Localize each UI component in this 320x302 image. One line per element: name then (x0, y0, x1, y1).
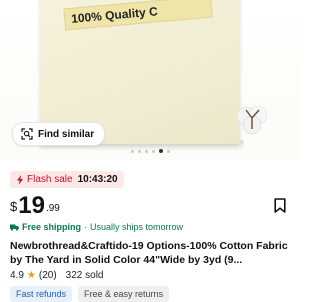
flash-sale-badge: Flash sale 10:43:20 (10, 171, 124, 188)
star-icon: ★ (26, 270, 36, 281)
shipping-separator: · (84, 222, 88, 232)
product-title[interactable]: Newbrothread&Craftido-19 Options-100% Co… (10, 239, 292, 267)
price: $ 19 .99 (10, 193, 60, 219)
flash-sale-timer: 10:43:20 (77, 174, 118, 185)
price-whole: 19 (18, 192, 45, 219)
sold-count: 322 sold (65, 270, 104, 281)
carousel-dot[interactable] (151, 149, 155, 153)
carousel-dot[interactable] (158, 149, 163, 153)
product-image-carousel[interactable]: 100% Quality C Find similar (0, 0, 300, 160)
carousel-dot[interactable] (144, 149, 148, 153)
flash-sale-label: Flash sale (27, 174, 73, 185)
price-currency: $ (10, 199, 18, 214)
ships-tomorrow-label: Usually ships tomorrow (90, 222, 184, 232)
carousel-dot[interactable] (137, 149, 141, 153)
cotton-boll-image (236, 105, 268, 135)
free-shipping-label: Free shipping (22, 222, 82, 232)
carousel-indicator (0, 148, 300, 154)
lightning-icon (17, 174, 23, 185)
review-count: (20) (38, 270, 57, 281)
price-cents: .99 (45, 203, 60, 214)
truck-icon (10, 224, 19, 231)
find-similar-label: Find similar (38, 128, 95, 140)
carousel-dot[interactable] (166, 149, 170, 153)
shipping-info: Free shipping · Usually ships tomorrow (10, 222, 183, 232)
bookmark-icon[interactable] (274, 198, 286, 213)
image-search-icon (21, 128, 33, 140)
find-similar-button[interactable]: Find similar (12, 122, 106, 146)
rating-summary[interactable]: 4.9 ★ (20) 322 sold (10, 270, 103, 281)
rating-score: 4.9 (10, 270, 24, 281)
carousel-dot[interactable] (130, 149, 134, 153)
